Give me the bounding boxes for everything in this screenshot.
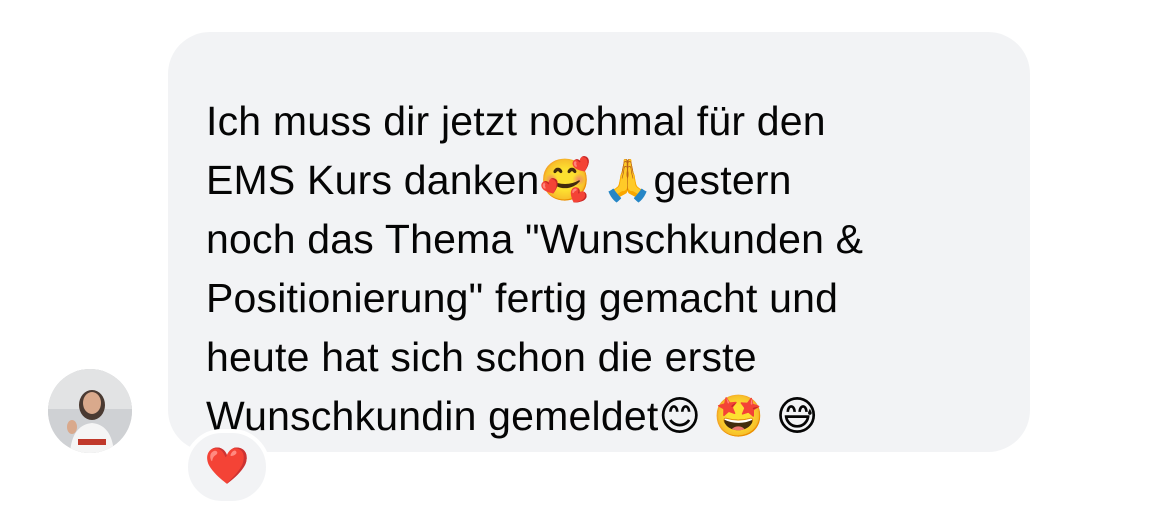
message-text: Ich muss dir jetzt nochmal für den EMS K… [206, 98, 864, 439]
reaction-badge[interactable]: ❤️ [184, 429, 270, 505]
message-bubble[interactable]: Ich muss dir jetzt nochmal für den EMS K… [168, 32, 1030, 452]
heart-reaction-icon: ❤️ [204, 446, 250, 487]
sender-avatar[interactable] [48, 369, 132, 453]
profile-photo-icon [48, 369, 132, 453]
